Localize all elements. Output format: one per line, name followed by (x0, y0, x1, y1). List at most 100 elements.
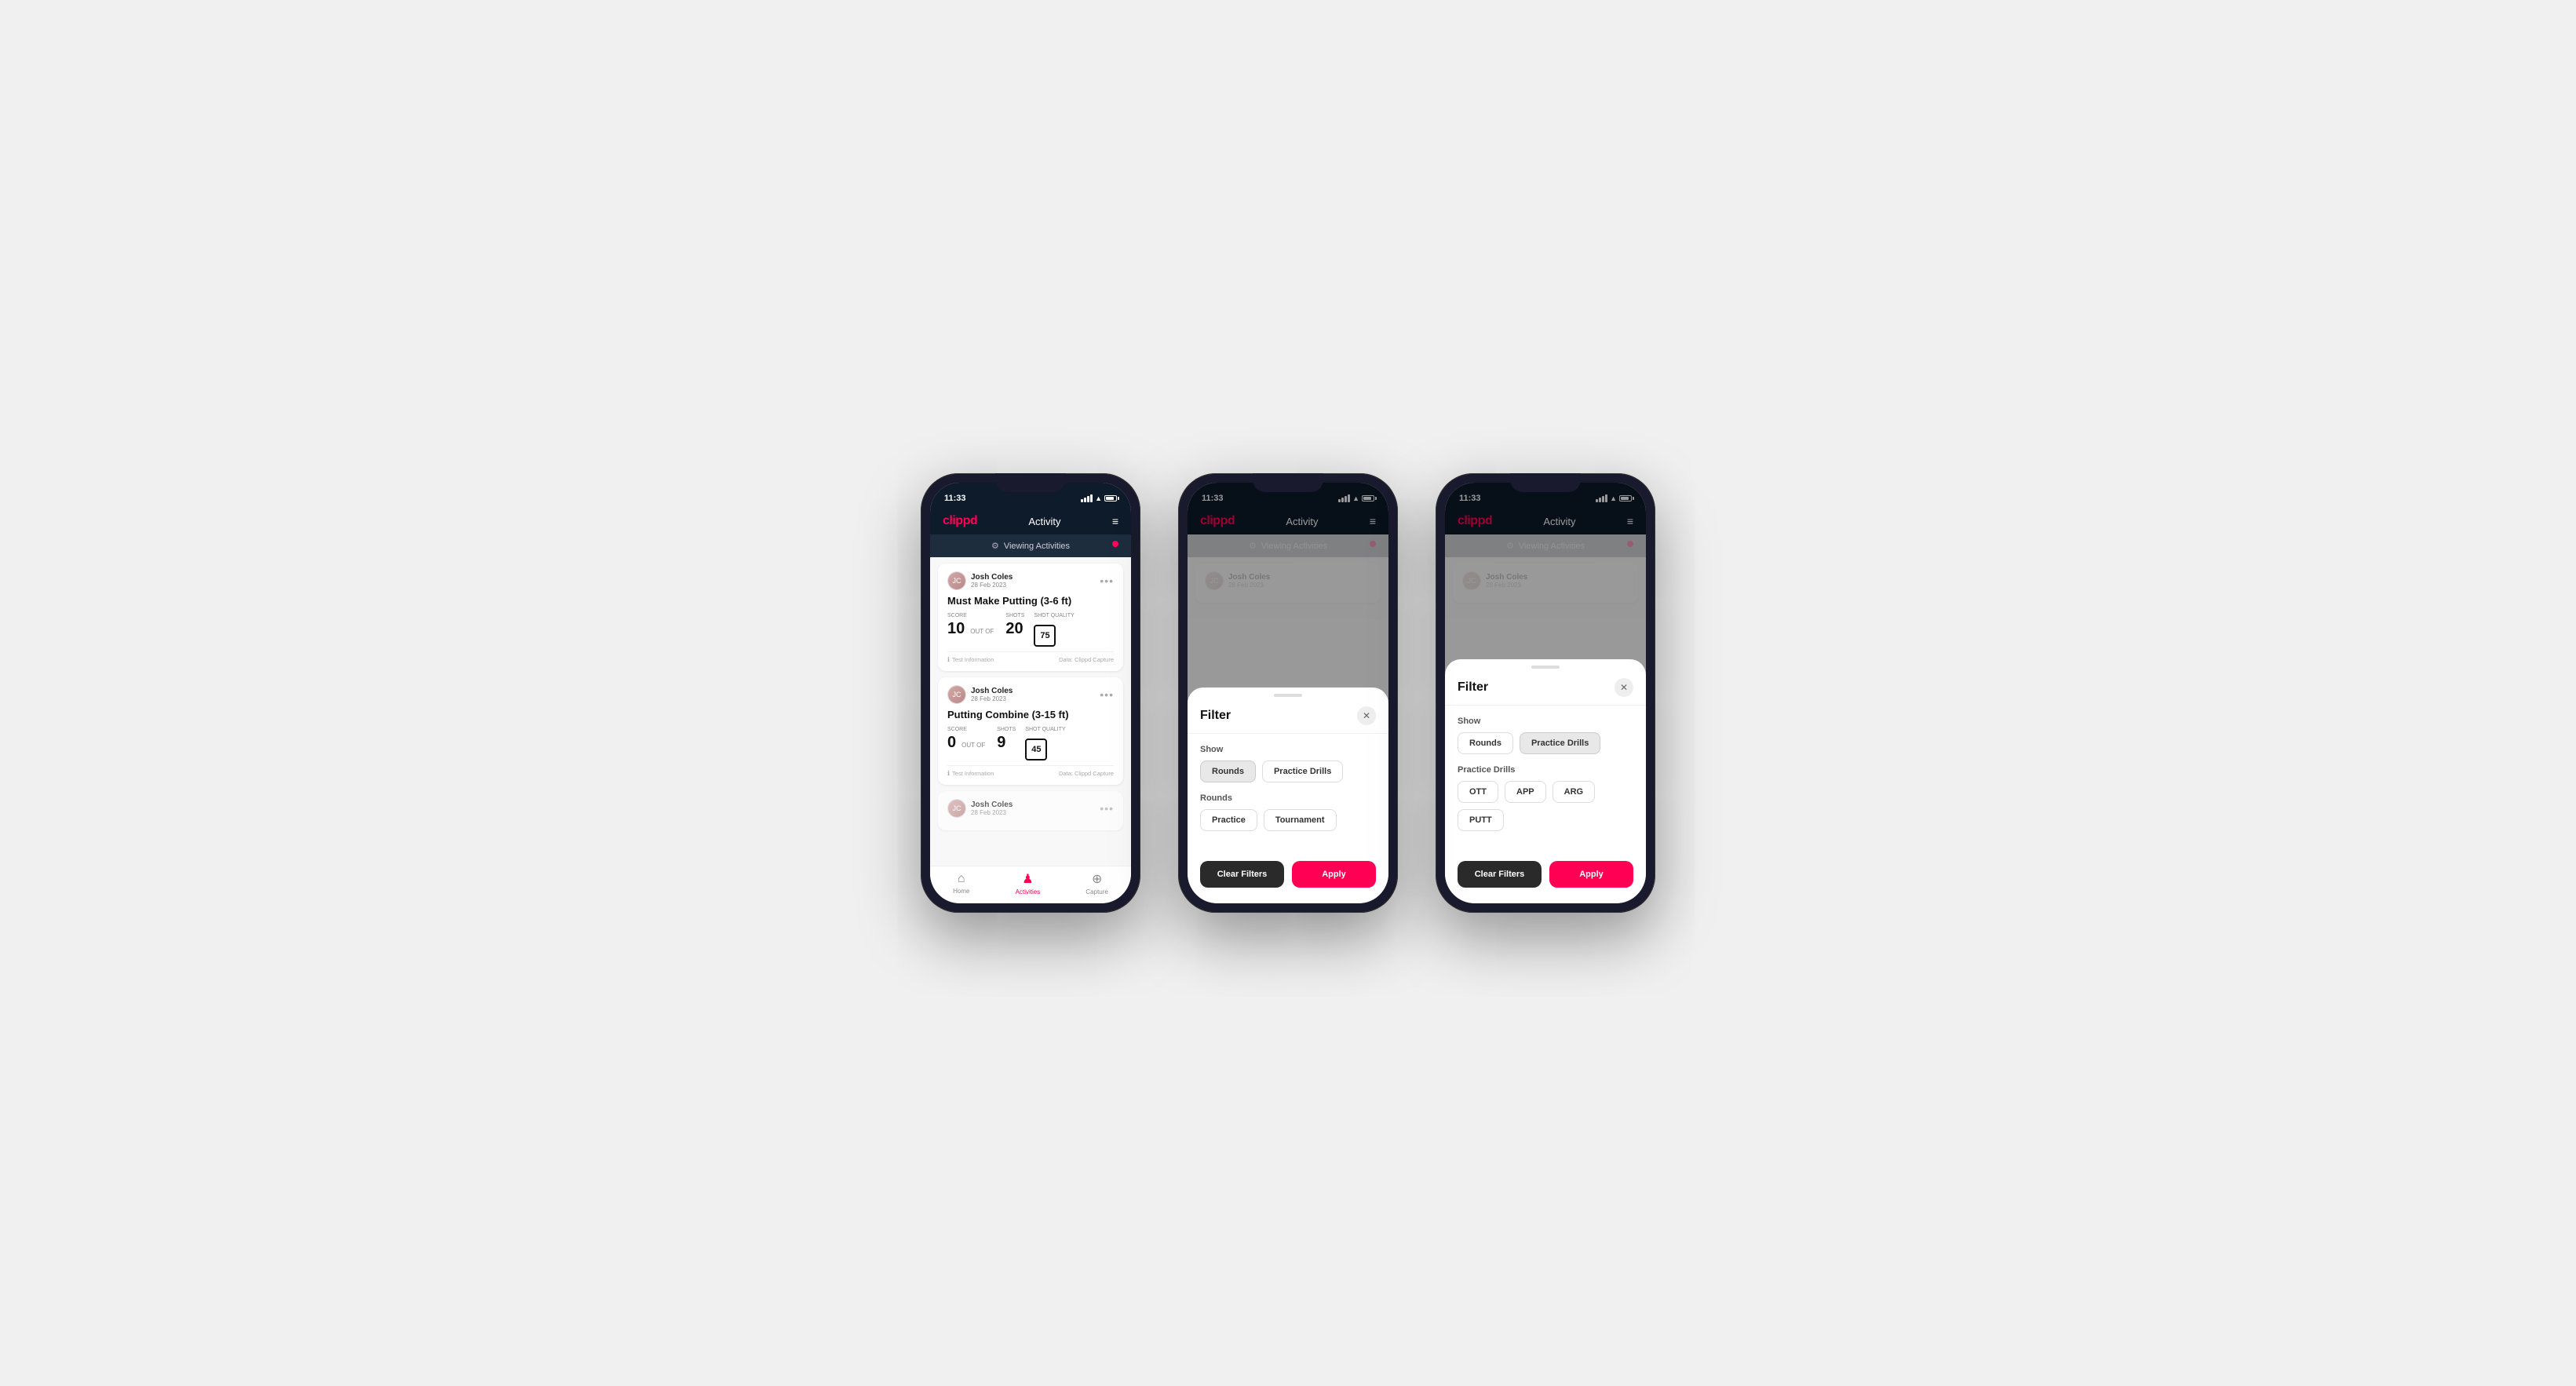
filter-overlay-2: Filter ✕ Show Rounds Practice Drills Rou… (1188, 483, 1388, 903)
phone-3-screen: 11:33 ▲ clippd Activity (1445, 483, 1646, 903)
phone-2: 11:33 ▲ clippd Activity (1178, 473, 1398, 913)
viewing-dot-1 (1112, 541, 1118, 547)
sq-label-2: Shot Quality (1025, 727, 1065, 732)
show-label-2: Show (1200, 745, 1376, 754)
shots-label-1: Shots (1005, 613, 1024, 618)
more-icon-3[interactable]: ••• (1100, 802, 1114, 815)
nav-capture-label-1: Capture (1085, 888, 1107, 895)
bar1 (1081, 499, 1083, 502)
filter-title-3: Filter (1458, 680, 1488, 695)
sheet-handle-3 (1531, 666, 1560, 669)
user-details-2: Josh Coles 28 Feb 2023 (971, 687, 1013, 702)
user-name-3: Josh Coles (971, 801, 1013, 809)
info-icon-1: ℹ (947, 656, 950, 663)
show-options-3: Rounds Practice Drills (1458, 732, 1633, 754)
status-time-1: 11:33 (944, 494, 966, 503)
show-label-3: Show (1458, 717, 1633, 726)
card-footer-2: ℹ Test Information Data: Clippd Capture (947, 765, 1114, 777)
close-button-2[interactable]: ✕ (1357, 706, 1376, 725)
signal-bars-1 (1081, 494, 1093, 502)
sq-stat-1: Shot Quality 75 (1034, 613, 1074, 647)
shots-stat-1: Shots 20 (1005, 613, 1024, 638)
avatar-2: JC (947, 685, 966, 704)
notch-1 (995, 473, 1066, 492)
filter-header-2: Filter ✕ (1188, 700, 1388, 734)
score-label-2: Score (947, 727, 987, 732)
activity-card-3: JC Josh Coles 28 Feb 2023 ••• (938, 791, 1123, 830)
card-header-1: JC Josh Coles 28 Feb 2023 ••• (947, 571, 1114, 590)
menu-icon-1[interactable]: ≡ (1112, 515, 1118, 527)
nav-activities-1[interactable]: ♟ Activities (1016, 871, 1041, 895)
practice-drills-tab-btn-3[interactable]: Practice Drills (1520, 732, 1600, 754)
tournament-btn-2[interactable]: Tournament (1264, 809, 1337, 831)
logo-1: clippd (943, 514, 977, 528)
ott-btn-3[interactable]: OTT (1458, 781, 1498, 803)
practice-btn-2[interactable]: Practice (1200, 809, 1257, 831)
score-value-1: 10 (947, 620, 965, 638)
data-source-1: Data: Clippd Capture (1059, 656, 1114, 663)
avatar-1: JC (947, 571, 966, 590)
user-info-3: JC Josh Coles 28 Feb 2023 (947, 799, 1013, 818)
practice-drills-tab-btn-2[interactable]: Practice Drills (1262, 760, 1343, 782)
stats-row-1: Score 10 OUT OF Shots 20 Shot Quality (947, 613, 1114, 647)
sq-value-1: 75 (1034, 625, 1056, 647)
avatar-3: JC (947, 799, 966, 818)
card-header-2: JC Josh Coles 28 Feb 2023 ••• (947, 685, 1114, 704)
activities-icon-1: ♟ (1022, 871, 1033, 887)
capture-icon-1: ⊕ (1092, 871, 1102, 887)
viewing-bar-1[interactable]: ⚙ Viewing Activities (930, 534, 1131, 557)
user-date-3: 28 Feb 2023 (971, 809, 1013, 816)
user-info-2: JC Josh Coles 28 Feb 2023 (947, 685, 1013, 704)
battery-icon-1 (1104, 495, 1117, 502)
score-value-2: 0 (947, 734, 956, 752)
nav-capture-1[interactable]: ⊕ Capture (1085, 871, 1107, 895)
filter-sheet-3: Filter ✕ Show Rounds Practice Drills Pra… (1445, 659, 1646, 903)
status-icons-1: ▲ (1081, 494, 1117, 502)
filter-footer-2: Clear Filters Apply (1188, 853, 1388, 888)
stats-row-2: Score 0 OUT OF Shots 9 Shot Quality (947, 727, 1114, 760)
shots-value-2: 9 (997, 734, 1016, 752)
user-name-2: Josh Coles (971, 687, 1013, 695)
activity-card-2: JC Josh Coles 28 Feb 2023 ••• Putting Co… (938, 677, 1123, 785)
viewing-text-1: Viewing Activities (1004, 542, 1070, 551)
data-source-2: Data: Clippd Capture (1059, 770, 1114, 777)
footer-text-2: Test Information (952, 770, 994, 777)
phone-1-screen: 11:33 ▲ clippd Activity (930, 483, 1131, 903)
phone-3: 11:33 ▲ clippd Activity (1436, 473, 1655, 913)
out-of-1: OUT OF (970, 628, 994, 635)
sq-value-2: 45 (1025, 739, 1047, 760)
nav-home-1[interactable]: ⌂ Home (953, 872, 969, 895)
user-name-1: Josh Coles (971, 573, 1013, 582)
rounds-tab-btn-2[interactable]: Rounds (1200, 760, 1256, 782)
score-stat-2: Score 0 OUT OF (947, 727, 987, 752)
shots-label-2: Shots (997, 727, 1016, 732)
shots-stat-2: Shots 9 (997, 727, 1016, 752)
practice-drills-section-label-3: Practice Drills (1458, 765, 1633, 775)
bar3 (1087, 496, 1089, 502)
filter-title-2: Filter (1200, 709, 1231, 723)
card-footer-1: ℹ Test Information Data: Clippd Capture (947, 651, 1114, 663)
sheet-handle-row-3 (1445, 659, 1646, 672)
header-title-1: Activity (1028, 516, 1060, 527)
practice-drills-options-3: OTT APP ARG PUTT (1458, 781, 1633, 831)
app-btn-3[interactable]: APP (1505, 781, 1546, 803)
bar2 (1084, 498, 1086, 502)
rounds-tab-btn-3[interactable]: Rounds (1458, 732, 1513, 754)
clear-filters-btn-3[interactable]: Clear Filters (1458, 861, 1542, 888)
nav-activities-label-1: Activities (1016, 888, 1041, 895)
more-icon-1[interactable]: ••• (1100, 574, 1114, 587)
user-details-3: Josh Coles 28 Feb 2023 (971, 801, 1013, 816)
close-button-3[interactable]: ✕ (1615, 678, 1633, 697)
sheet-handle-2 (1274, 694, 1302, 697)
apply-btn-2[interactable]: Apply (1292, 861, 1376, 888)
notch-2 (1253, 473, 1323, 492)
clear-filters-btn-2[interactable]: Clear Filters (1200, 861, 1284, 888)
more-icon-2[interactable]: ••• (1100, 688, 1114, 701)
arg-btn-3[interactable]: ARG (1553, 781, 1595, 803)
apply-btn-3[interactable]: Apply (1549, 861, 1633, 888)
activity-title-1: Must Make Putting (3-6 ft) (947, 595, 1114, 607)
bar4 (1090, 494, 1093, 502)
scene: 11:33 ▲ clippd Activity (889, 426, 1687, 960)
putt-btn-3[interactable]: PUTT (1458, 809, 1504, 831)
sheet-handle-row-2 (1188, 688, 1388, 700)
